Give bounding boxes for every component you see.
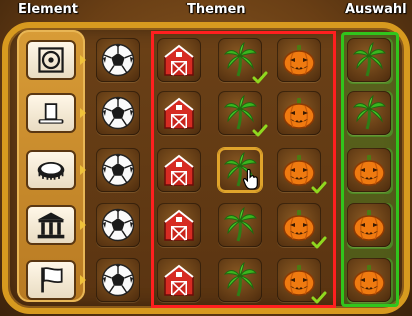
flag-icon — [41, 267, 63, 293]
soccer-ball-icon — [101, 96, 135, 130]
row-pointer-icon — [80, 55, 86, 65]
palm-icon — [352, 95, 387, 130]
ring-icon — [37, 162, 65, 180]
pumpkin-icon — [353, 265, 385, 296]
ball-tile[interactable] — [96, 258, 140, 302]
row-pointer-icon — [80, 220, 86, 230]
ball-tile[interactable] — [96, 148, 140, 192]
row-pointer-icon — [80, 275, 86, 285]
auswahl-tile[interactable] — [347, 258, 391, 302]
element-button[interactable] — [26, 150, 76, 190]
header-element: Element — [18, 2, 78, 17]
pumpkin-icon — [353, 155, 385, 186]
soccer-ball-icon — [101, 153, 135, 187]
soccer-ball-icon — [101, 208, 135, 242]
target-icon — [38, 47, 64, 73]
header-themen: Themen — [187, 2, 246, 17]
row-pointer-icon — [80, 165, 86, 175]
auswahl-tile[interactable] — [347, 38, 391, 82]
ball-tile[interactable] — [96, 38, 140, 82]
element-button[interactable] — [26, 93, 76, 133]
row-pointer-icon — [80, 108, 86, 118]
game-board: Element Themen Auswahl — [0, 0, 412, 316]
temple-icon — [37, 212, 65, 239]
soccer-ball-icon — [101, 263, 135, 297]
ball-tile[interactable] — [96, 203, 140, 247]
ball-tile[interactable] — [96, 91, 140, 135]
soccer-ball-icon — [101, 43, 135, 77]
auswahl-tile[interactable] — [347, 203, 391, 247]
palm-icon — [352, 42, 387, 77]
themen-highlight — [151, 31, 336, 308]
hat-icon — [38, 103, 64, 124]
element-button[interactable] — [26, 40, 76, 80]
element-button[interactable] — [26, 205, 76, 245]
element-button[interactable] — [26, 260, 76, 300]
auswahl-tile[interactable] — [347, 91, 391, 135]
pumpkin-icon — [353, 210, 385, 241]
auswahl-tile[interactable] — [347, 148, 391, 192]
header-auswahl: Auswahl — [345, 2, 407, 17]
